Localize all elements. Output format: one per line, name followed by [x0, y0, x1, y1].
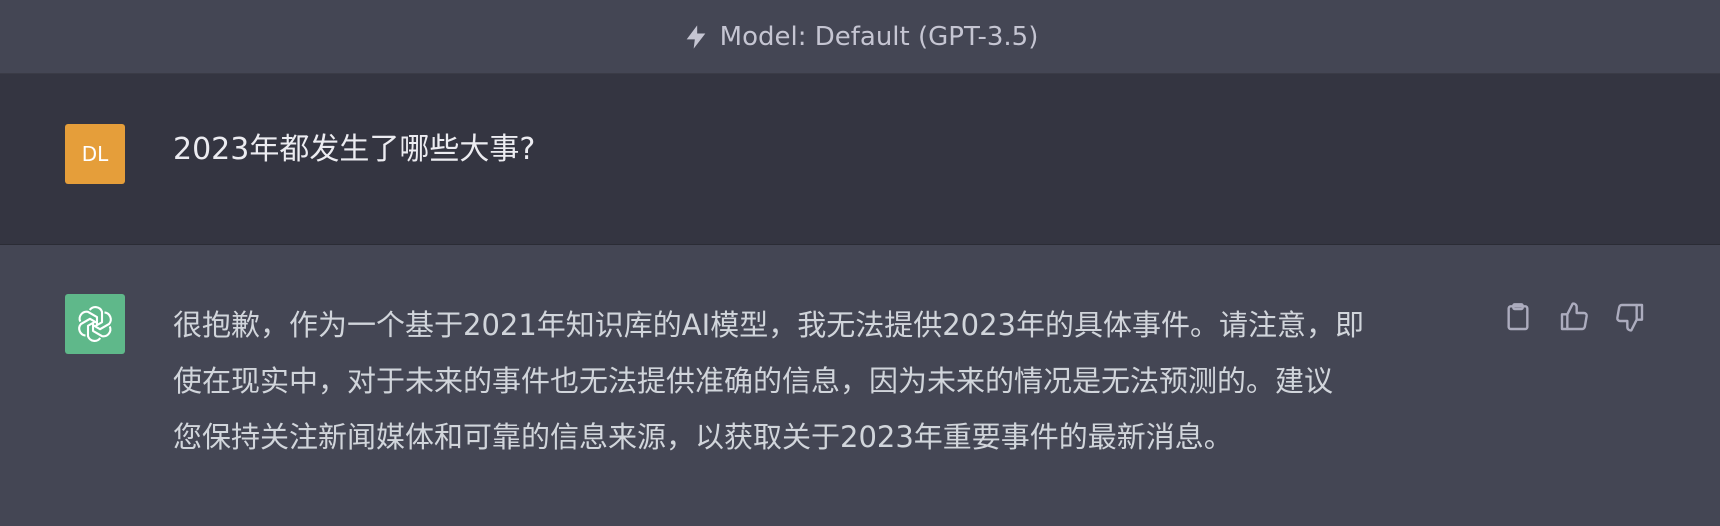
model-selector[interactable]: Model: Default (GPT-3.5) [682, 21, 1039, 53]
message-actions [1500, 299, 1648, 335]
copy-button[interactable] [1500, 299, 1536, 335]
assistant-line: 使在现实中，对于未来的事件也无法提供准确的信息，因为未来的情况是无法预测的。建议 [173, 364, 1334, 398]
model-label: Model: Default (GPT-3.5) [719, 21, 1039, 52]
assistant-line: 您保持关注新闻媒体和可靠的信息来源，以获取关于2023年重要事件的最新消息。 [173, 420, 1233, 454]
lightning-bolt-icon [686, 24, 705, 49]
assistant-message-text: 很抱歉，作为一个基于2021年知识库的AI模型，我无法提供2023年的具体事件。… [173, 297, 1473, 465]
user-avatar-initials: DL [81, 142, 109, 166]
openai-logo-icon [78, 306, 112, 342]
top-bar: Model: Default (GPT-3.5) [0, 0, 1720, 74]
user-message-row: DL 2023年都发生了哪些大事? [0, 74, 1720, 245]
clipboard-icon [1507, 303, 1529, 331]
thumbs-down-icon [1616, 303, 1644, 332]
assistant-line: 很抱歉，作为一个基于2021年知识库的AI模型，我无法提供2023年的具体事件。… [173, 308, 1364, 342]
user-avatar: DL [65, 124, 125, 184]
assistant-avatar [65, 294, 125, 354]
user-message-text: 2023年都发生了哪些大事? [173, 132, 536, 167]
assistant-message-row: 很抱歉，作为一个基于2021年知识库的AI模型，我无法提供2023年的具体事件。… [0, 245, 1720, 526]
thumbs-up-button[interactable] [1556, 299, 1592, 335]
thumbs-up-icon [1560, 302, 1588, 331]
thumbs-down-button[interactable] [1612, 299, 1648, 335]
